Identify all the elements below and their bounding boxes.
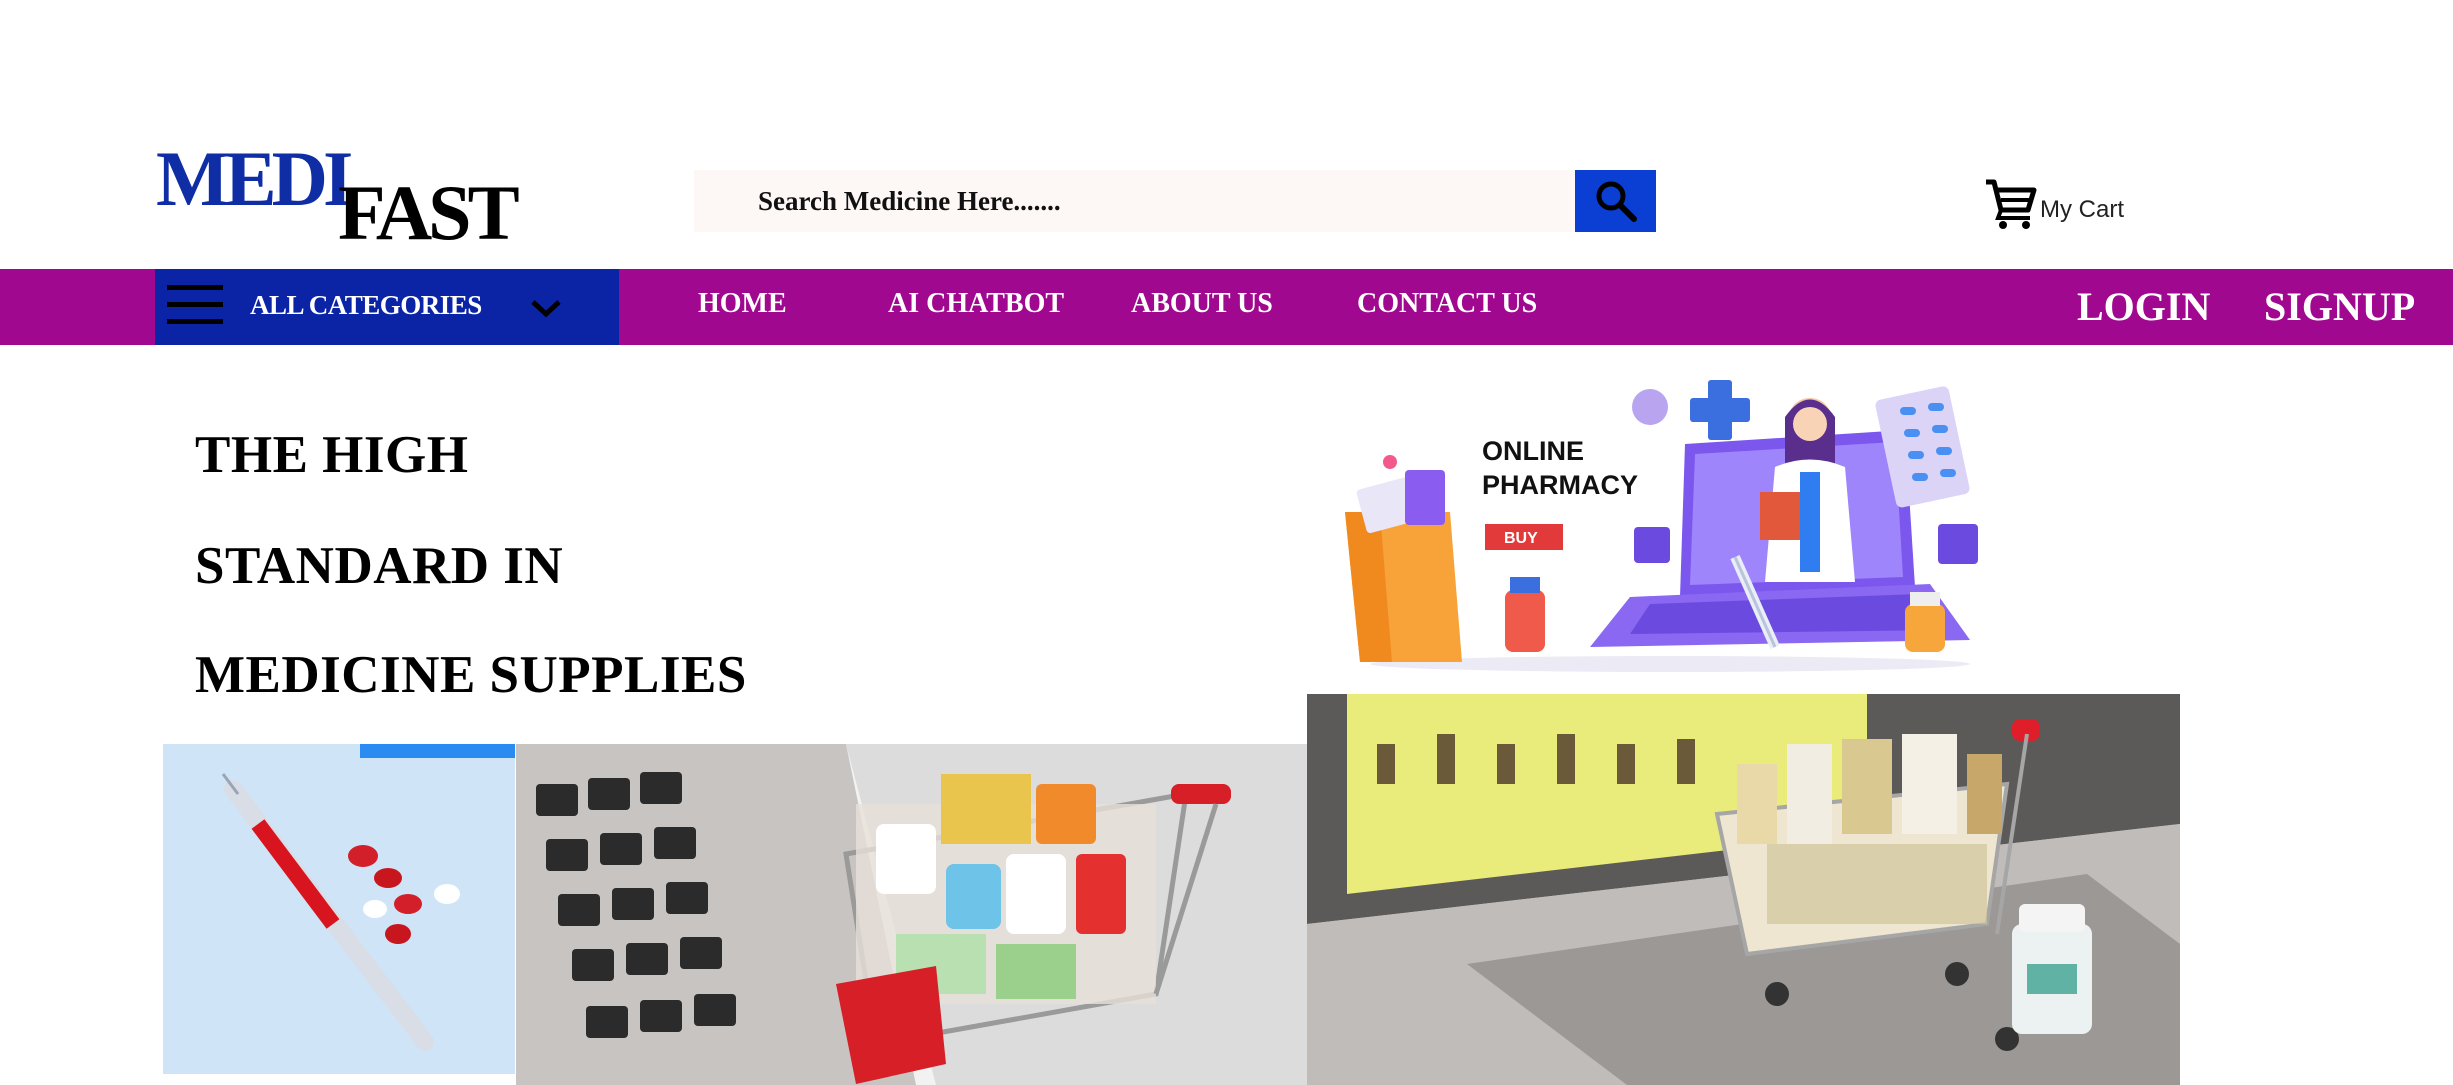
- hero-line-1: THE HIGH: [195, 426, 469, 484]
- logo-text-fast: FAST: [338, 169, 520, 256]
- signup-link[interactable]: SIGNUP: [2264, 283, 2415, 330]
- brand-logo[interactable]: MEDI FAST: [156, 135, 536, 256]
- banner-title-line2: PHARMACY: [1482, 470, 1638, 500]
- nav-link-about-us[interactable]: ABOUT US: [1131, 288, 1273, 320]
- laptop-cart-image: [516, 744, 1307, 1085]
- laptop-mini-cart-image: [1307, 694, 2180, 1085]
- online-pharmacy-banner: ONLINE PHARMACY BUY: [1330, 372, 1990, 672]
- cart-icon: [1986, 179, 2037, 229]
- cart-button[interactable]: My Cart: [1984, 166, 2124, 230]
- main-navbar: ALL CATEGORIES HOME AI CHATBOT ABOUT US …: [0, 269, 2453, 345]
- nav-link-contact-us[interactable]: CONTACT US: [1357, 288, 1537, 320]
- banner-buy-label: BUY: [1504, 530, 1538, 547]
- search-button[interactable]: [1575, 170, 1656, 232]
- nav-link-home[interactable]: HOME: [698, 288, 787, 320]
- all-categories-dropdown[interactable]: ALL CATEGORIES: [155, 269, 619, 345]
- login-link[interactable]: LOGIN: [2077, 283, 2210, 330]
- logo-text-medi: MEDI: [156, 135, 353, 222]
- menu-icon: [167, 285, 223, 325]
- cart-label: My Cart: [2040, 196, 2124, 223]
- all-categories-label: ALL CATEGORIES: [250, 290, 482, 320]
- hero-line-2: STANDARD IN: [195, 537, 564, 595]
- chevron-down-icon: [531, 300, 561, 318]
- search-bar: [694, 170, 1656, 232]
- nav-link-ai-chatbot[interactable]: AI CHATBOT: [888, 288, 1064, 320]
- banner-title-line1: ONLINE: [1482, 436, 1584, 466]
- search-icon: [1596, 181, 1637, 222]
- hero-line-3: MEDICINE SUPPLIES: [195, 646, 747, 704]
- search-input[interactable]: [694, 170, 1576, 232]
- syringe-product-image: [163, 744, 515, 1074]
